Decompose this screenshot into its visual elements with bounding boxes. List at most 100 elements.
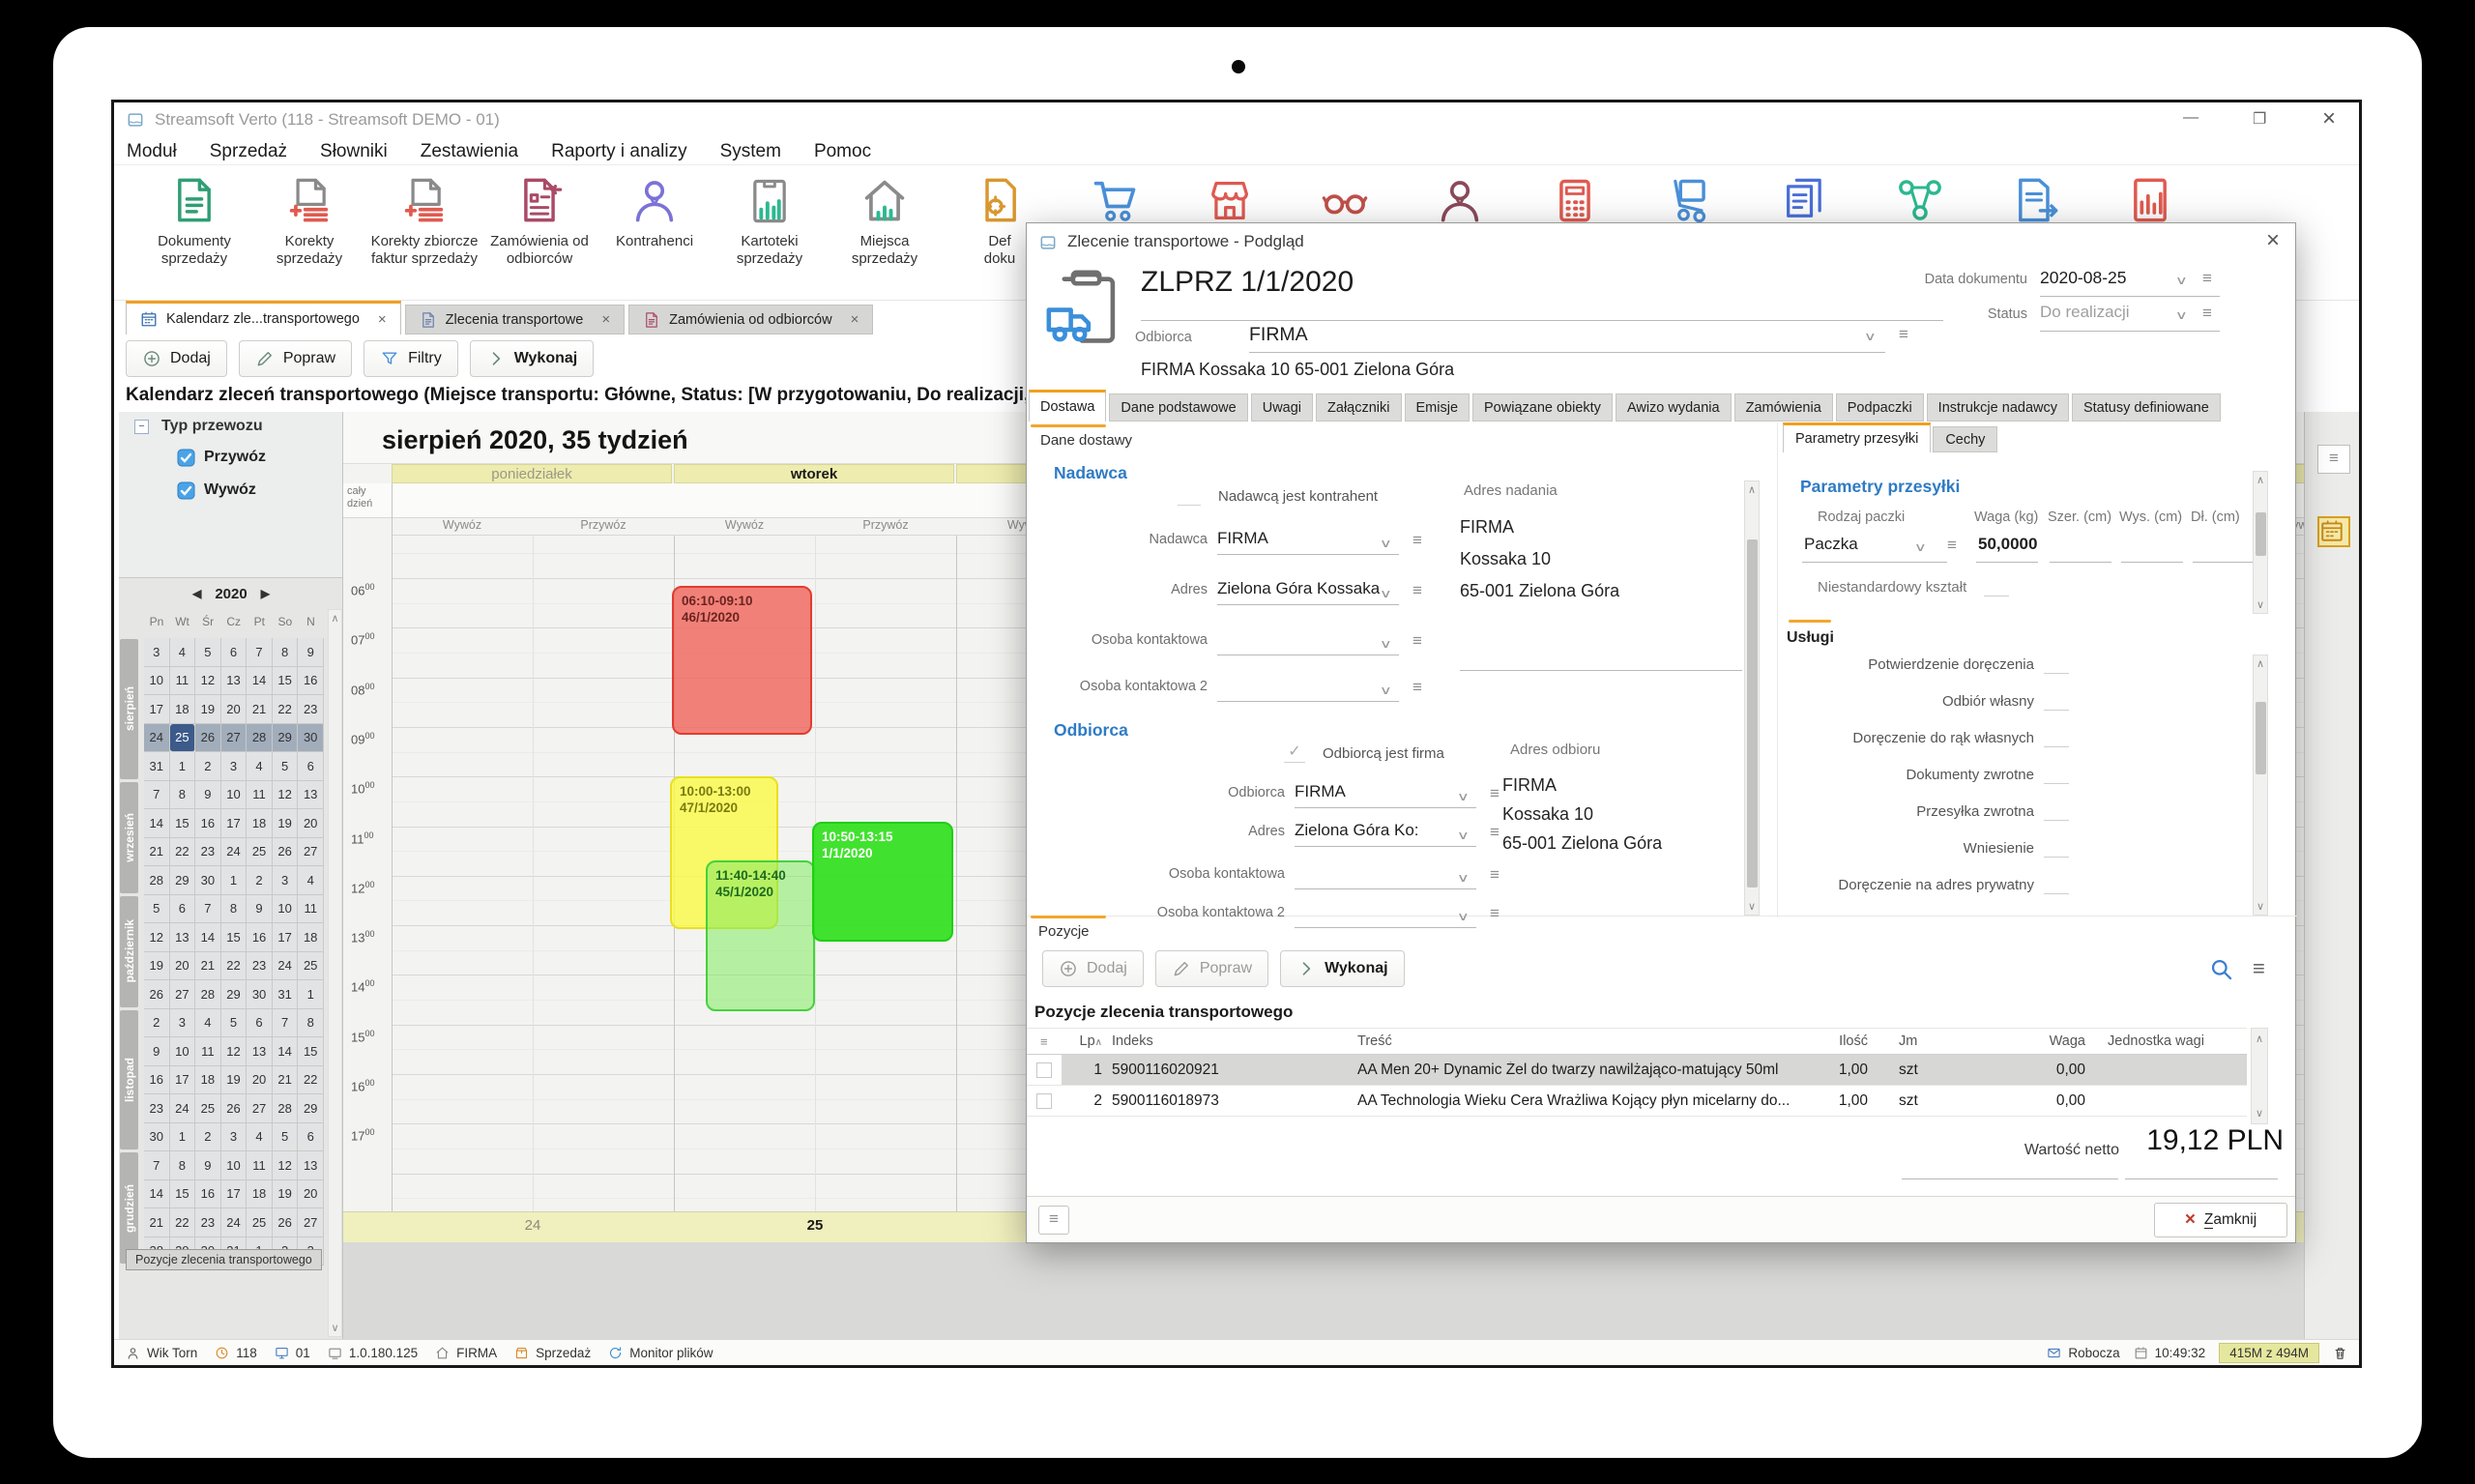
dialog-tab-dostawa[interactable]: Dostawa [1029,390,1106,422]
column-header-jm[interactable]: Jm [1899,1033,1917,1049]
dialog-close-icon[interactable]: × [2266,227,2280,254]
minical-day[interactable]: 14 [273,1037,299,1066]
minical-day[interactable]: 6 [221,638,248,667]
minical-day[interactable]: 28 [247,724,273,753]
minical-day[interactable]: 17 [221,809,248,838]
minical-day[interactable]: 22 [170,1208,196,1237]
maximize-button[interactable]: ❐ [2253,109,2266,129]
document-date-dropdown[interactable]: 2020-08-25 [2040,268,2127,288]
minical-day[interactable]: 10 [221,1151,248,1180]
minical-day[interactable]: 13 [247,1037,273,1066]
minical-day[interactable]: 4 [247,1123,273,1152]
menu-item-zestawienia[interactable]: Zestawienia [421,141,518,162]
field-menu-icon[interactable]: ≡ [1412,632,1422,651]
minical-day[interactable]: 3 [170,1009,196,1038]
status-item-robocza[interactable]: Robocza [2047,1346,2119,1360]
minical-day[interactable]: 5 [273,752,299,781]
params-tab-cechy[interactable]: Cechy [1933,426,1997,452]
toolbar-item-kontrahenci[interactable]: Kontrahenci [598,173,711,299]
column-header-waga[interactable]: Waga [2023,1033,2085,1049]
search-icon[interactable] [2208,956,2234,987]
dropdown-chevron-icon[interactable]: ∨ [1459,869,1468,887]
tab-close-icon[interactable]: × [851,311,859,328]
minical-day[interactable]: 2 [247,866,273,895]
minical-day[interactable]: 30 [144,1123,170,1152]
dropdown-chevron-icon[interactable]: ∨ [1382,635,1390,653]
minical-day[interactable]: 19 [221,1066,248,1095]
minical-day[interactable]: 8 [298,1009,324,1038]
minical-day[interactable]: 23 [144,1094,170,1123]
minical-day[interactable]: 7 [247,638,273,667]
minical-day[interactable]: 11 [298,895,324,924]
minical-day[interactable]: 21 [273,1066,299,1095]
minical-day[interactable]: 14 [144,809,170,838]
minical-day[interactable]: 5 [195,638,221,667]
minical-day[interactable]: 25 [247,838,273,867]
minical-day[interactable]: 20 [221,695,248,724]
minical-day[interactable]: 16 [195,809,221,838]
minical-day[interactable]: 24 [170,1094,196,1123]
status-dropdown[interactable]: Do realizacji [2040,303,2130,322]
minical-day[interactable]: 16 [195,1180,221,1209]
minical-day[interactable]: 7 [144,781,170,810]
close-button[interactable]: × [2322,105,2336,132]
minical-day[interactable]: 22 [273,695,299,724]
tree-root-label[interactable]: Typ przewozu [161,418,263,435]
toolbar-item-korekty[interactable]: Korekty zbiorcze faktur sprzedaży [368,173,480,299]
minical-day[interactable]: 5 [273,1123,299,1152]
dialog-menu-button[interactable]: ≡ [1038,1206,1069,1235]
menu-item-system[interactable]: System [720,141,781,162]
minical-scrollbar[interactable]: ∧ ∨ [328,609,342,1337]
minical-day[interactable]: 20 [298,1180,324,1209]
calendar-event[interactable]: 10:50-13:15 1/1/2020 [812,822,953,942]
minical-day[interactable]: 26 [273,838,299,867]
row-checkbox[interactable] [1036,1093,1052,1109]
recipient-dropdown[interactable]: FIRMA [1249,324,1308,346]
nonstandard-shape-checkbox[interactable] [1984,581,2009,597]
minical-day[interactable]: 13 [170,923,196,952]
recipient-field-value[interactable]: FIRMA [1295,782,1476,801]
service-checkbox[interactable] [2044,658,2069,674]
minical-day[interactable]: 8 [170,781,196,810]
minical-day[interactable]: 7 [195,895,221,924]
minical-day[interactable]: 20 [247,1066,273,1095]
minical-day[interactable]: 28 [273,1094,299,1123]
popraw-button[interactable]: Popraw [1155,950,1268,987]
minical-day[interactable]: 25 [298,952,324,981]
minical-day[interactable]: 23 [247,952,273,981]
minical-day[interactable]: 12 [273,781,299,810]
date-menu-icon[interactable]: ≡ [2202,270,2212,286]
minical-day[interactable]: 10 [170,1037,196,1066]
toolbar-item-miejsca[interactable]: Miejsca sprzedaży [829,173,941,299]
minical-day[interactable]: 17 [144,695,170,724]
tree-expander[interactable]: − [134,420,149,434]
dialog-tab-dane-podstawowe[interactable]: Dane podstawowe [1109,393,1247,422]
dialog-tab-zamówienia[interactable]: Zamówienia [1734,393,1833,422]
dropdown-chevron-icon[interactable]: ∨ [1382,535,1390,552]
toolbar-item-kartoteki[interactable]: Kartoteki sprzedaży [713,173,826,299]
dock-calendar-button[interactable] [2317,516,2350,547]
minical-day[interactable]: 14 [144,1180,170,1209]
row-checkbox[interactable] [1036,1062,1052,1078]
minical-day[interactable]: 1 [221,866,248,895]
field-menu-icon[interactable]: ≡ [1490,785,1500,803]
year-next-button[interactable]: ▶ [261,587,270,600]
sender-field-value[interactable]: FIRMA [1217,529,1399,548]
menu-item-raporty-i-analizy[interactable]: Raporty i analizy [551,141,686,162]
minical-day[interactable]: 6 [247,1009,273,1038]
toolbar-item-korekty[interactable]: Korekty sprzedaży [253,173,365,299]
minical-day[interactable]: 24 [273,952,299,981]
field-menu-icon[interactable]: ≡ [1412,582,1422,600]
minical-day[interactable]: 11 [195,1037,221,1066]
minical-day[interactable]: 14 [247,667,273,696]
wykonaj-button[interactable]: Wykonaj [470,340,595,377]
field-menu-icon[interactable]: ≡ [1412,679,1422,697]
minical-day[interactable]: 18 [170,695,196,724]
dialog-tab-podpaczki[interactable]: Podpaczki [1836,393,1924,422]
checkbox-checked-icon[interactable] [177,481,195,505]
dropdown-chevron-icon[interactable]: ∨ [1382,585,1390,602]
tree-item-wywóz[interactable]: Wywóz [177,480,341,505]
positions-menu-icon[interactable]: ≡ [2253,958,2265,979]
menu-item-pomoc[interactable]: Pomoc [814,141,871,162]
service-checkbox[interactable] [2044,769,2069,784]
